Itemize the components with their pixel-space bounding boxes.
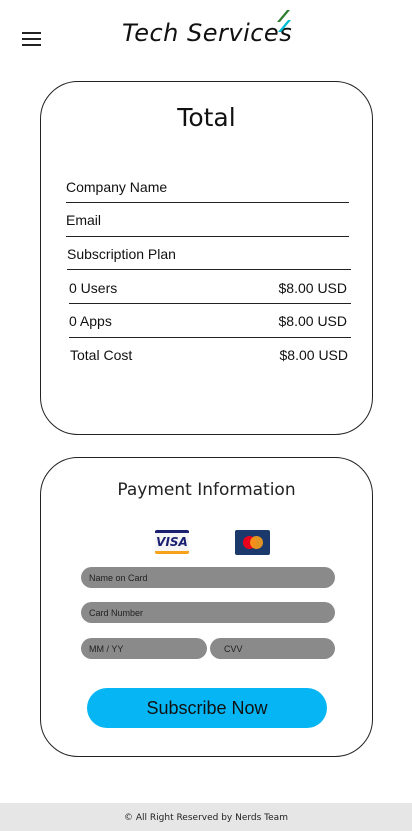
visa-text: VISA <box>156 535 188 549</box>
total-cost-value: $8.00 USD <box>279 347 348 363</box>
company-name-field[interactable]: Company Name <box>66 179 167 195</box>
app-header: Tech Services <box>0 0 412 70</box>
divider <box>67 269 351 270</box>
apps-cost-value: $8.00 USD <box>278 313 347 329</box>
divider <box>66 202 349 203</box>
payment-title: Payment Information <box>117 480 296 500</box>
email-field[interactable]: Email <box>66 212 101 228</box>
hamburger-line <box>22 44 41 46</box>
leaf-slash-icon <box>277 10 291 32</box>
name-on-card-input[interactable] <box>81 567 335 588</box>
subscription-plan-field[interactable]: Subscription Plan <box>67 246 176 262</box>
footer-copyright: © All Right Reserved by Nerds Team <box>124 813 288 823</box>
subscribe-now-button[interactable]: Subscribe Now <box>87 688 327 728</box>
brand-title: Tech Services <box>122 19 293 47</box>
payment-card: Payment Information VISA Subscribe Now <box>40 457 373 757</box>
cvv-input[interactable] <box>210 638 335 659</box>
visa-card-icon: VISA <box>155 530 189 554</box>
total-cost-label: Total Cost <box>70 347 133 363</box>
total-title: Total <box>177 103 236 132</box>
apps-count-label: 0 Apps <box>69 313 112 329</box>
hamburger-menu-icon[interactable] <box>22 32 41 46</box>
divider <box>66 236 349 237</box>
card-number-input[interactable] <box>81 602 335 623</box>
visa-band <box>155 551 189 554</box>
footer: © All Right Reserved by Nerds Team <box>0 803 412 831</box>
users-cost-value: $8.00 USD <box>278 280 347 296</box>
hamburger-line <box>22 38 41 40</box>
mastercard-circle-orange <box>250 536 263 549</box>
mastercard-card-icon <box>235 530 270 555</box>
hamburger-line <box>22 32 41 34</box>
visa-band <box>155 530 189 533</box>
expiry-input[interactable] <box>81 638 207 659</box>
total-card: Total Company Name Email Subscription Pl… <box>40 81 373 435</box>
users-count-label: 0 Users <box>69 280 118 296</box>
divider <box>69 337 351 338</box>
divider <box>69 303 351 304</box>
